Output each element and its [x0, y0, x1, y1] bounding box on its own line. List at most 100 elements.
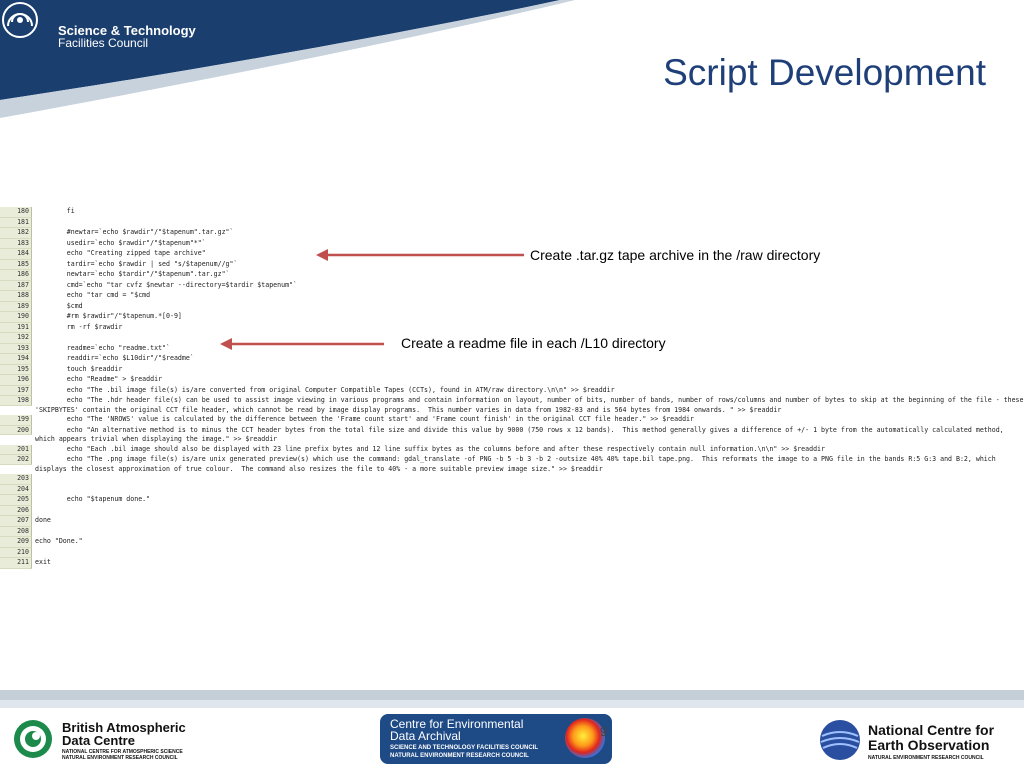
badc-logo-icon: [14, 720, 52, 758]
line-number: 189: [0, 301, 32, 312]
code-line: 198 echo "The .hdr header file(s) can be…: [0, 396, 1024, 415]
annotation-readme: Create a readme file in each /L10 direct…: [401, 335, 666, 351]
header-banner: Science & Technology Facilities Council …: [0, 0, 1024, 130]
code-text: echo "$tapenum done.": [35, 495, 151, 503]
line-number: 199: [0, 415, 32, 426]
line-number: 209: [0, 537, 32, 548]
code-line: 207 done: [0, 516, 1024, 527]
ceda-sub-line1: SCIENCE AND TECHNOLOGY FACILITIES COUNCI…: [390, 745, 539, 751]
code-line: 190 #rm $rawdir"/"$tapenum.*[0-9]: [0, 312, 1024, 323]
nceo-logo-icon: [820, 720, 860, 760]
code-text: rm -rf $rawdir: [35, 322, 123, 331]
code-line: 199 echo "The 'NROWS' value is calculate…: [0, 415, 1024, 426]
line-number: 184: [0, 249, 32, 260]
code-text: echo "The .png image file(s) is/are unix…: [35, 455, 1000, 473]
ceda-name: Centre for Environmental Data Archival: [390, 718, 523, 742]
nceo-name-line1: National Centre for: [868, 722, 995, 738]
code-line: 195 touch $readdir: [0, 364, 1024, 375]
code-line: 205 echo "$tapenum done.": [0, 495, 1024, 506]
code-line: 194 readdir=`echo $L10dir"/"$readme`: [0, 354, 1024, 365]
nceo-subtitle: NATURAL ENVIRONMENT RESEARCH COUNCIL: [868, 755, 984, 761]
line-number: 193: [0, 343, 32, 354]
line-number: 187: [0, 280, 32, 291]
slide-title: Script Development: [663, 52, 986, 93]
code-line: 202 echo "The .png image file(s) is/are …: [0, 455, 1024, 474]
line-number: 197: [0, 385, 32, 396]
code-line: 186 newtar=`echo $tardir"/"$tapenum".tar…: [0, 270, 1024, 281]
line-number: 206: [0, 505, 32, 516]
code-text: echo "Readme" > $readdir: [35, 375, 163, 383]
badc-subtitle: NATIONAL CENTRE FOR ATMOSPHERIC SCIENCE …: [62, 749, 183, 761]
line-number: 201: [0, 444, 32, 455]
code-line: 204: [0, 484, 1024, 496]
code-text: echo "The .hdr header file(s) can be use…: [35, 396, 1024, 414]
line-number: 195: [0, 364, 32, 375]
line-number: 180: [0, 207, 32, 218]
code-line: 181: [0, 217, 1024, 229]
arrow-left-icon: [220, 338, 384, 350]
line-number: 185: [0, 259, 32, 270]
code-line: 200 echo "An alternative method is to mi…: [0, 425, 1024, 445]
stfc-name-line2: Facilities Council: [58, 36, 149, 50]
badc-name: British Atmospheric Data Centre: [62, 721, 186, 747]
ceda-subtitle: SCIENCE AND TECHNOLOGY FACILITIES COUNCI…: [390, 744, 538, 760]
code-text: echo "An alternative method is to minus …: [35, 425, 1008, 444]
stfc-name: Science & Technology Facilities Council: [58, 24, 196, 50]
badc-sub-line2: NATURAL ENVIRONMENT RESEARCH COUNCIL: [62, 755, 178, 761]
code-text: #newtar=`echo $rawdir"/"$tapenum".tar.gz…: [35, 228, 234, 236]
footer-band-light: [0, 700, 1024, 708]
code-line: 209 echo "Done.": [0, 537, 1024, 548]
code-line: 201 echo "Each .bil image should also be…: [0, 444, 1024, 455]
line-number: 208: [0, 526, 32, 537]
code-text: tardir=`echo $rawdir | sed "s/$tapenum//…: [35, 259, 238, 268]
line-number: 204: [0, 484, 32, 495]
code-text: newtar=`echo $tardir"/"$tapenum".tar.gz"…: [35, 270, 230, 278]
code-text: exit: [35, 558, 51, 566]
code-line: 180 fi: [0, 207, 1024, 218]
code-text: echo "Done.": [35, 537, 83, 545]
code-line: 182 #newtar=`echo $rawdir"/"$tapenum".ta…: [0, 228, 1024, 239]
code-text: echo "The 'NROWS' value is calculated by…: [35, 415, 694, 423]
stfc-logo-icon: [2, 2, 38, 38]
code-text: usedir=`echo $rawdir"/"$tapenum"*"`: [35, 238, 206, 247]
annotation-tar: Create .tar.gz tape archive in the /raw …: [530, 247, 821, 263]
code-text: echo "tar cmd = "$cmd: [35, 291, 151, 299]
code-text: readdir=`echo $L10dir"/"$readme`: [35, 354, 194, 362]
code-line: 210: [0, 547, 1024, 559]
code-line: 206: [0, 505, 1024, 517]
code-line: 189 $cmd: [0, 301, 1024, 312]
line-number: 205: [0, 495, 32, 506]
code-line: 197 echo "The .bil image file(s) is/are …: [0, 385, 1024, 396]
line-number: 196: [0, 375, 32, 386]
code-text: done: [35, 516, 51, 524]
code-text: fi: [35, 207, 75, 215]
line-number: 186: [0, 270, 32, 281]
line-number: 207: [0, 516, 32, 527]
code-text: $cmd: [35, 301, 83, 310]
page-number: 9: [600, 724, 608, 739]
ceda-sub-line2: NATURAL ENVIRONMENT RESEARCH COUNCIL: [390, 753, 529, 759]
code-line: 196 echo "Readme" > $readdir: [0, 375, 1024, 386]
ceda-name-line2: Data Archival: [390, 729, 461, 743]
badc-name-line2: Data Centre: [62, 733, 135, 748]
line-number: 211: [0, 558, 32, 569]
line-number: 191: [0, 322, 32, 333]
nceo-name-line2: Earth Observation: [868, 737, 990, 753]
line-number: 188: [0, 291, 32, 302]
line-number: 190: [0, 312, 32, 323]
code-line: 208: [0, 526, 1024, 538]
code-line: 191 rm -rf $rawdir: [0, 322, 1024, 333]
code-line: 211 exit: [0, 558, 1024, 569]
code-line: 188 echo "tar cmd = "$cmd: [0, 291, 1024, 302]
line-number: 192: [0, 333, 32, 344]
line-number: 203: [0, 474, 32, 485]
line-number: 183: [0, 238, 32, 249]
code-line: 203: [0, 474, 1024, 485]
line-number: 181: [0, 217, 32, 228]
